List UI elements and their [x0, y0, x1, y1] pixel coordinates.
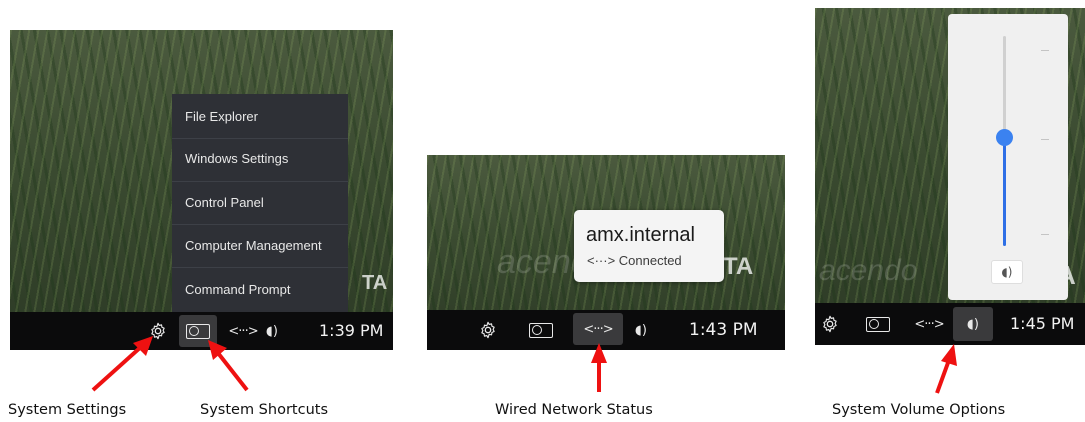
arrow-system-settings	[91, 336, 153, 392]
caption-wired-network-status: Wired Network Status	[495, 402, 653, 418]
arrow-system-shortcuts	[208, 340, 249, 392]
caption-system-settings: System Settings	[8, 402, 127, 418]
arrow-volume-options	[935, 344, 957, 394]
arrow-network-status	[591, 343, 607, 392]
caption-system-shortcuts: System Shortcuts	[200, 402, 328, 418]
caption-system-volume-options: System Volume Options	[832, 402, 1006, 418]
annotation-arrows	[91, 336, 957, 394]
